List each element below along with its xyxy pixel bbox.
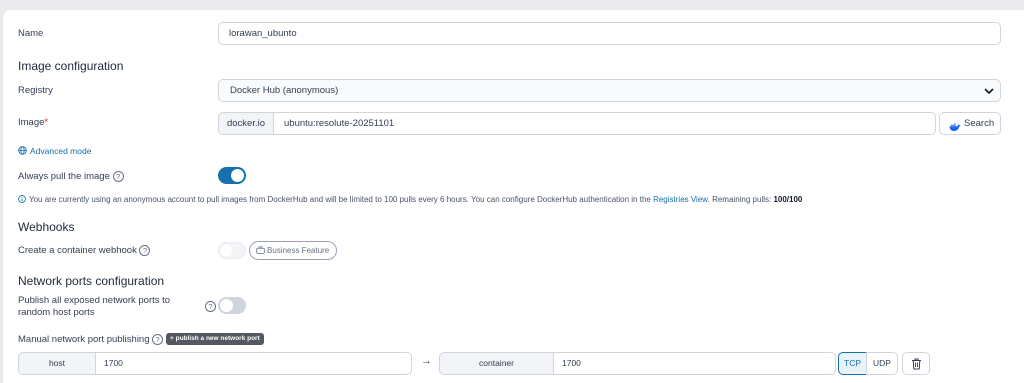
webhooks-heading: Webhooks [18,220,75,234]
toggle-knob [220,299,233,312]
publish-new-port-button[interactable]: + publish a new network port [166,333,264,345]
container-port-addon: container [439,352,554,375]
webhook-text: Create a container webhook [18,245,137,257]
registry-select[interactable]: Docker Hub (anonymous) [218,79,1001,102]
image-label: Image* [18,117,48,128]
trash-icon [912,358,921,370]
business-feature-badge: Business Feature [249,241,338,260]
image-registry-prefix: docker.io [218,112,274,135]
webhook-toggle-disabled [218,242,246,259]
dockerhub-info-note: You are currently using an anonymous acc… [18,195,802,204]
image-input[interactable]: ubuntu:resolute-20251101 [273,112,936,135]
publish-all-label: Publish all exposed network ports to ran… [18,295,171,318]
info-text: You are currently using an anonymous acc… [29,195,651,204]
registry-label: Registry [18,85,53,96]
publish-all-toggle[interactable] [218,297,246,314]
udp-toggle[interactable]: UDP [866,352,898,375]
network-ports-heading: Network ports configuration [18,274,165,288]
publish-new-port-label: publish a new network port [175,335,260,342]
image-config-heading: Image configuration [18,59,124,73]
registries-view-link[interactable]: Registries View. [653,195,710,204]
always-pull-label: Always pull the image ? [18,171,124,182]
arrow-right-icon: → [421,355,432,367]
remaining-pulls-value: 100/100 [773,195,803,204]
host-port-input[interactable]: 1700 [95,352,412,375]
name-input[interactable]: lorawan_ubunto [218,22,1001,45]
remaining-pulls-label: Remaining pulls: [712,195,772,204]
host-port-addon: host [18,352,96,375]
search-button[interactable]: Search [939,112,1001,135]
advanced-mode-link[interactable]: Advanced mode [18,146,91,156]
toggle-knob [231,169,244,182]
docker-icon [949,119,961,140]
always-pull-toggle[interactable] [218,167,246,184]
image-label-text: Image [18,117,45,128]
advanced-mode-text: Advanced mode [30,146,92,156]
delete-port-button[interactable] [902,352,930,375]
name-label: Name [18,28,44,39]
always-pull-text: Always pull the image [18,171,110,183]
toggle-knob [220,244,233,257]
business-feature-label: Business Feature [267,246,330,255]
manual-publish-label: Manual network port publishing ? [18,334,164,346]
container-port-input[interactable]: 1700 [553,352,836,375]
search-button-label: Search [964,118,995,129]
manual-publish-text: Manual network port publishing [18,334,150,346]
help-icon[interactable]: ? [139,245,151,256]
required-mark: * [44,117,49,128]
tcp-toggle[interactable]: TCP [838,352,867,375]
help-icon[interactable]: ? [112,171,124,182]
help-icon[interactable]: ? [152,334,164,345]
webhook-label: Create a container webhook ? [18,245,151,257]
info-icon [18,195,26,203]
chevron-down-icon [984,88,994,95]
globe-icon [18,146,27,155]
help-icon[interactable]: ? [205,301,216,312]
registry-select-value: Docker Hub (anonymous) [230,85,339,96]
briefcase-icon [256,246,265,254]
